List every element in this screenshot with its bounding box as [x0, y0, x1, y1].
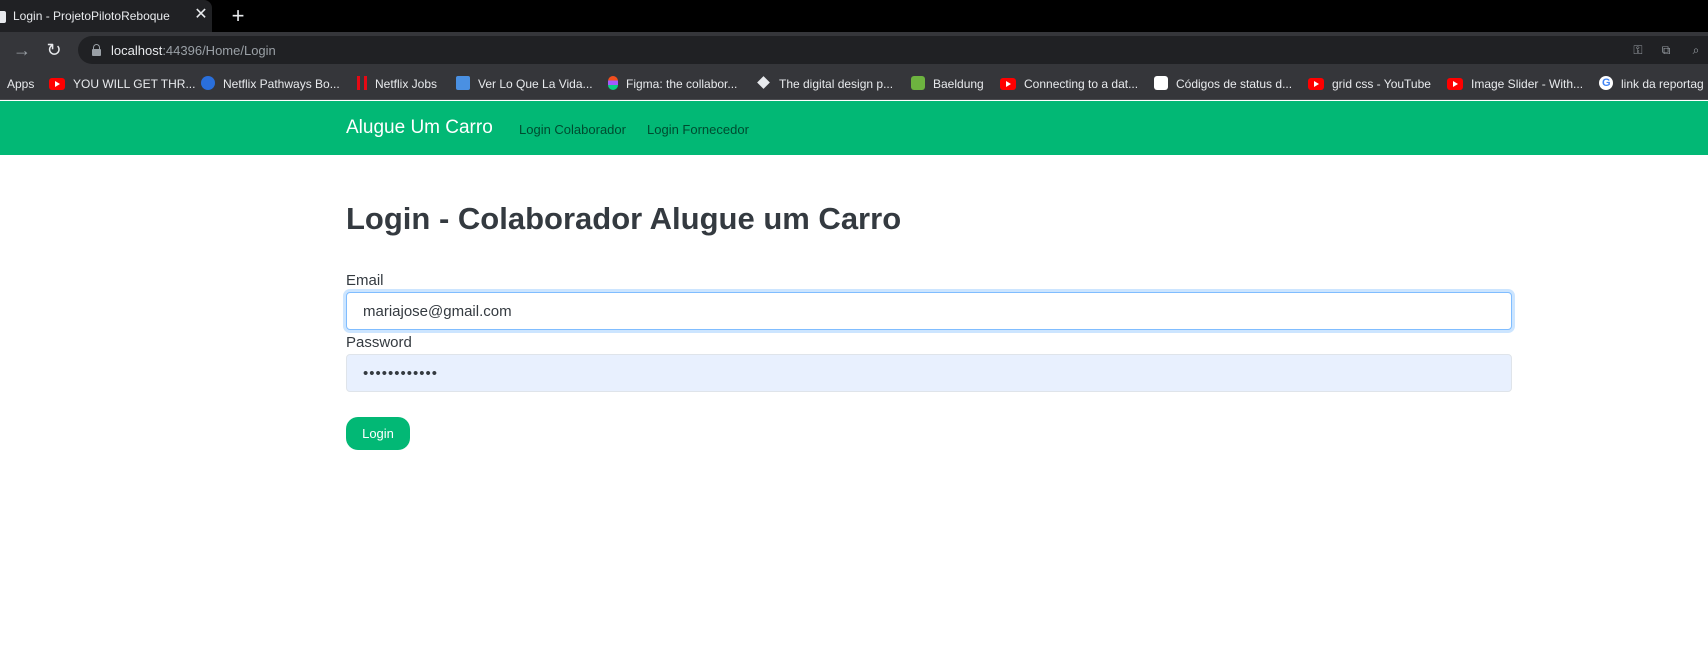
grid-icon	[456, 76, 470, 90]
browser-tab-strip: Login - ProjetoPilotoReboque ✕ +	[0, 0, 1708, 32]
address-bar[interactable]: localhost:44396/Home/Login ⚿ ⧉ ⌕	[78, 36, 1708, 64]
figma-icon	[608, 76, 618, 90]
page-favicon-icon	[0, 11, 6, 23]
bookmark-label: Baeldung	[933, 77, 984, 91]
url-text[interactable]: localhost:44396/Home/Login	[111, 43, 276, 58]
bookmark-label: Figma: the collabor...	[626, 77, 738, 91]
bookmark-item[interactable]: Ver Lo Que La Vida...	[456, 76, 593, 92]
forward-arrow-icon[interactable]: →	[10, 38, 34, 62]
google-icon	[1599, 75, 1613, 91]
bookmark-item[interactable]: The digital design p...	[757, 76, 893, 92]
email-label: Email	[346, 272, 384, 289]
sketch-icon	[757, 76, 771, 90]
reload-icon[interactable]: ↻	[42, 38, 66, 62]
netflix-icon	[357, 76, 367, 90]
tab-title: Login - ProjetoPilotoReboque	[13, 9, 170, 23]
bookmark-item[interactable]: Códigos de status d...	[1154, 76, 1292, 92]
site-navbar: Alugue Um Carro Login Colaborador Login …	[0, 101, 1708, 155]
nav-link-login-colaborador[interactable]: Login Colaborador	[519, 122, 626, 137]
bookmark-item[interactable]: link da reportag	[1599, 75, 1704, 92]
login-button[interactable]: Login	[346, 417, 410, 450]
bookmark-apps[interactable]: Apps	[7, 76, 34, 92]
bookmarks-bar: Apps YOU WILL GET THR... Netflix Pathway…	[0, 68, 1708, 100]
bookmark-label: Netflix Pathways Bo...	[223, 77, 340, 91]
translate-icon[interactable]: ⧉	[1658, 43, 1674, 57]
youtube-icon	[1447, 78, 1463, 90]
bookmark-label: Ver Lo Que La Vida...	[478, 77, 593, 91]
browser-tab[interactable]: Login - ProjetoPilotoReboque ✕	[0, 0, 212, 32]
nav-link-login-fornecedor[interactable]: Login Fornecedor	[647, 122, 749, 137]
bookmark-label: YOU WILL GET THR...	[73, 77, 196, 91]
bookmark-item[interactable]: Connecting to a dat...	[1000, 76, 1138, 92]
bookmark-label: Códigos de status d...	[1176, 77, 1293, 91]
youtube-icon	[1000, 78, 1016, 90]
url-host: localhost	[111, 43, 163, 58]
email-field[interactable]	[346, 292, 1512, 330]
mdn-icon	[1154, 76, 1168, 90]
bookmark-item[interactable]: grid css - YouTube	[1308, 76, 1431, 92]
browser-toolbar: → ↻ localhost:44396/Home/Login ⚿ ⧉ ⌕	[0, 32, 1708, 68]
bookmark-item[interactable]: Image Slider - With...	[1447, 76, 1583, 92]
password-label: Password	[346, 334, 412, 351]
bookmark-item[interactable]: Figma: the collabor...	[608, 76, 737, 92]
bookmark-item[interactable]: YOU WILL GET THR...	[49, 76, 195, 92]
youtube-icon	[49, 78, 65, 90]
bookmark-item[interactable]: Baeldung	[911, 76, 984, 92]
brand-link[interactable]: Alugue Um Carro	[346, 117, 493, 139]
tab-close-icon[interactable]: ✕	[193, 6, 209, 24]
zoom-icon[interactable]: ⌕	[1688, 43, 1704, 57]
url-path: :44396/Home/Login	[162, 43, 276, 58]
youtube-icon	[1308, 78, 1324, 90]
page-title: Login - Colaborador Alugue um Carro	[346, 201, 902, 236]
bookmark-label: link da reportag	[1621, 77, 1704, 91]
bookmark-label: Image Slider - With...	[1471, 77, 1584, 91]
key-icon[interactable]: ⚿	[1630, 43, 1646, 57]
bookmark-label: The digital design p...	[779, 77, 894, 91]
lock-icon[interactable]	[92, 44, 101, 56]
bookmark-item[interactable]: Netflix Pathways Bo...	[201, 76, 340, 92]
bookmark-item[interactable]: Netflix Jobs	[357, 76, 437, 92]
bookmark-label: Netflix Jobs	[375, 77, 438, 91]
2u-icon	[201, 76, 215, 90]
bookmark-label: Connecting to a dat...	[1024, 77, 1139, 91]
bookmark-label: grid css - YouTube	[1332, 77, 1431, 91]
password-field[interactable]	[346, 354, 1512, 392]
leaf-icon	[911, 76, 925, 90]
new-tab-icon[interactable]: +	[228, 4, 248, 28]
bookmark-label: Apps	[7, 77, 35, 91]
